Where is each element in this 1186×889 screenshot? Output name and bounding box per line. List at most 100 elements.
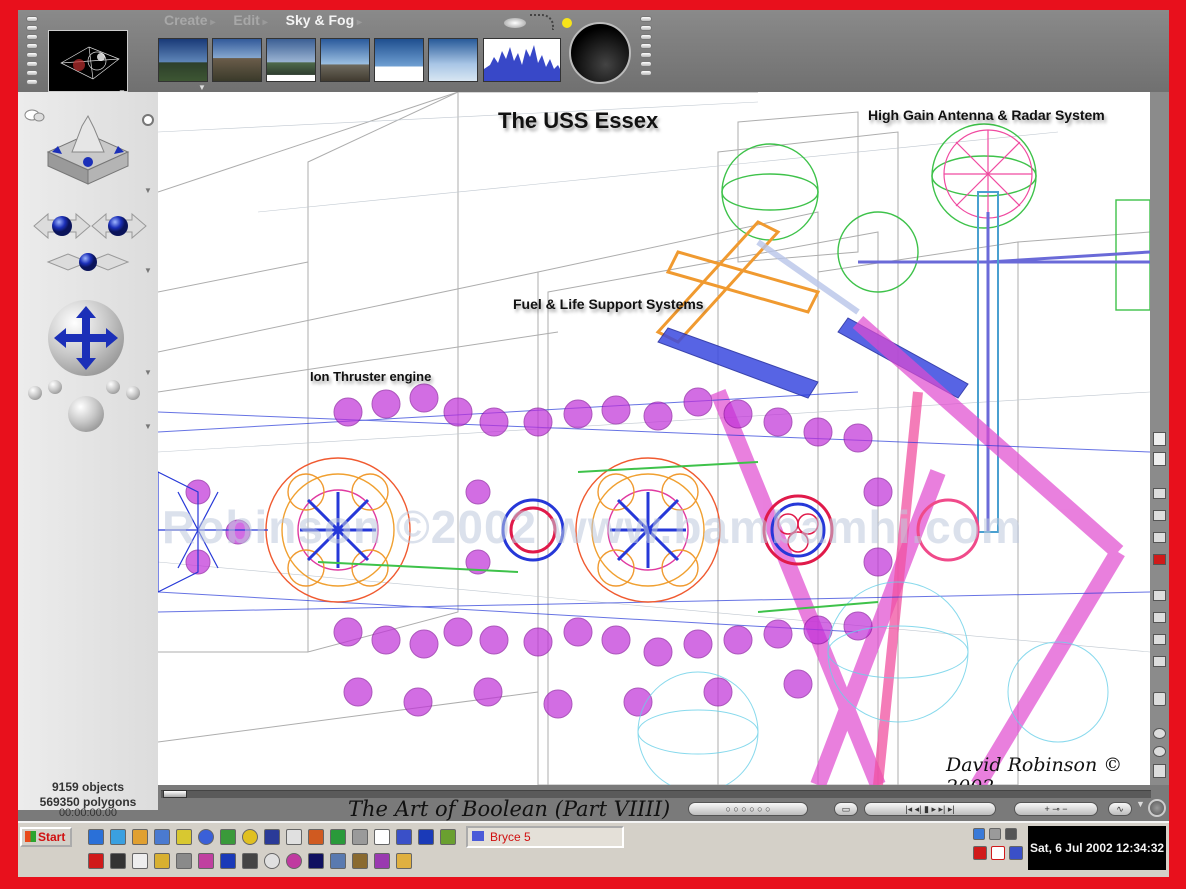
zip-icon[interactable]	[374, 829, 390, 845]
pan-menu-arrow-icon[interactable]: ▼	[144, 368, 152, 377]
paintbrush-icon[interactable]	[198, 853, 214, 869]
bryce-task-icon	[472, 831, 484, 841]
loop-button[interactable]: ∿	[1108, 802, 1132, 816]
timeline-scrubber[interactable]	[163, 790, 187, 798]
display-icon[interactable]	[1009, 846, 1023, 860]
globe-icon[interactable]	[1148, 799, 1166, 817]
menu-sky-fog[interactable]: Sky & Fog	[286, 12, 362, 32]
za-icon[interactable]	[973, 846, 987, 860]
camera-menu-arrow-icon[interactable]: ▼	[144, 186, 152, 195]
pan-control-sphere[interactable]	[48, 300, 124, 376]
taskbar-bryce-button[interactable]: Bryce 5	[466, 826, 624, 848]
system-clock[interactable]: Sat, 6 Jul 2002 12:34:32	[1028, 826, 1166, 870]
ie-icon[interactable]	[88, 829, 104, 845]
winamp-icon[interactable]	[242, 829, 258, 845]
hat-icon[interactable]	[352, 853, 368, 869]
bounding-box-icon[interactable]	[1153, 634, 1166, 645]
gear-icon[interactable]	[154, 853, 170, 869]
media-icon[interactable]	[220, 829, 236, 845]
brush-icon[interactable]	[1153, 432, 1166, 446]
acrobat-tray-icon[interactable]	[991, 846, 1005, 860]
network-icon[interactable]	[352, 829, 368, 845]
zoom-in-icon[interactable]	[1153, 728, 1166, 739]
camera-sphere-small[interactable]	[28, 386, 42, 400]
palette-grip-left[interactable]	[26, 16, 38, 88]
camera-sphere-large[interactable]	[68, 396, 104, 432]
stop-button[interactable]: ▭	[834, 802, 858, 816]
windows-taskbar: Start Bryce 5 Sat, 6 Jul 2002 12:34:32	[18, 821, 1169, 877]
menu-create[interactable]: Create	[164, 12, 215, 32]
depth-cue-icon[interactable]	[1153, 656, 1166, 667]
keyframe-controls[interactable]: + ⊸ −	[1014, 802, 1098, 816]
outlook-icon[interactable]	[110, 829, 126, 845]
render-full-icon[interactable]	[1153, 488, 1166, 499]
camera-trackball-controls[interactable]	[28, 196, 148, 292]
sky-preset-thumbnail[interactable]	[158, 38, 208, 82]
cube-view-icon[interactable]	[1153, 692, 1166, 706]
sky-preset-thumbnail[interactable]	[374, 38, 424, 82]
acrobat-icon[interactable]	[88, 853, 104, 869]
sky-preset-thumbnail[interactable]	[212, 38, 262, 82]
calc-icon[interactable]	[308, 829, 324, 845]
sun-moon-control[interactable]	[569, 22, 631, 84]
camera-cross-control[interactable]	[42, 112, 134, 188]
sky-preset-thumbnail[interactable]	[320, 38, 370, 82]
palette-icon[interactable]	[374, 853, 390, 869]
sky-preset-thumbnail[interactable]	[428, 38, 478, 82]
volume-icon[interactable]	[989, 828, 1001, 840]
music-icon[interactable]	[286, 853, 302, 869]
cd-icon[interactable]	[264, 853, 280, 869]
camera-sphere-small[interactable]	[48, 380, 62, 394]
sky-histogram[interactable]	[483, 38, 561, 82]
camera-radio-icon[interactable]	[142, 114, 154, 126]
presets-menu-arrow-icon[interactable]: ▼	[198, 83, 206, 92]
task-label: Bryce 5	[490, 830, 531, 844]
palette-grip-right[interactable]	[640, 16, 652, 79]
hand-pan-icon[interactable]	[1153, 764, 1166, 778]
options-arrow-icon[interactable]: ▼	[1136, 799, 1145, 809]
playback-controls[interactable]: |◂ ◂| ▮ ▸ ▸| ▸|	[864, 802, 996, 816]
utility-icon[interactable]	[440, 829, 456, 845]
tool-icon[interactable]	[330, 853, 346, 869]
render-stop-icon[interactable]	[1153, 554, 1166, 565]
network-tray-icon[interactable]	[973, 828, 985, 840]
help-icon[interactable]	[264, 829, 280, 845]
folder-icon[interactable]	[132, 829, 148, 845]
paint-icon[interactable]	[286, 829, 302, 845]
info-icon[interactable]	[220, 853, 236, 869]
zoom-out-icon[interactable]	[1153, 746, 1166, 757]
menu-edit[interactable]: Edit	[233, 12, 267, 32]
folder2-icon[interactable]	[396, 853, 412, 869]
render-partial-icon[interactable]	[1153, 510, 1166, 521]
render-region-icon[interactable]	[1153, 532, 1166, 543]
top-toolbar: ▼ Create Edit Sky & Fog ▼	[18, 10, 1169, 97]
settings-icon[interactable]	[418, 829, 434, 845]
trackball-menu-arrow-icon[interactable]: ▼	[144, 266, 152, 275]
tools-icon[interactable]	[176, 853, 192, 869]
word-icon[interactable]	[330, 829, 346, 845]
scene-title: The USS Essex	[498, 108, 659, 133]
monitor-icon[interactable]	[1005, 828, 1017, 840]
wireframe-viewport[interactable]: David Robinson ©2002 www.bambamhi.com Th…	[158, 92, 1150, 785]
terminal-icon[interactable]	[110, 853, 126, 869]
star-icon[interactable]	[308, 853, 324, 869]
nano-preview[interactable]	[48, 30, 128, 92]
cloud-icon[interactable]	[504, 18, 526, 28]
camera-sphere-small[interactable]	[106, 380, 120, 394]
view-camera-palette: ▼ ▼ ▼ ▼ 9159 objects 569350 polygons	[18, 92, 158, 810]
bryce-icon[interactable]	[198, 829, 214, 845]
display-mode-icon[interactable]	[1153, 590, 1166, 601]
2k-icon[interactable]	[132, 853, 148, 869]
word-doc-icon[interactable]	[396, 829, 412, 845]
memory-dots-control[interactable]: ○ ○ ○ ○ ○ ○	[688, 802, 808, 816]
eyedropper-icon[interactable]	[1153, 452, 1166, 466]
wireframe-mode-icon[interactable]	[1153, 612, 1166, 623]
start-button[interactable]: Start	[20, 827, 72, 847]
sun-icon[interactable]	[562, 18, 572, 28]
sky-preset-thumbnail[interactable]	[266, 38, 316, 82]
chess-icon[interactable]	[242, 853, 258, 869]
explorer-icon[interactable]	[154, 829, 170, 845]
sphere-menu-arrow-icon[interactable]: ▼	[144, 422, 152, 431]
photoshop-icon[interactable]	[176, 829, 192, 845]
camera-sphere-small[interactable]	[126, 386, 140, 400]
